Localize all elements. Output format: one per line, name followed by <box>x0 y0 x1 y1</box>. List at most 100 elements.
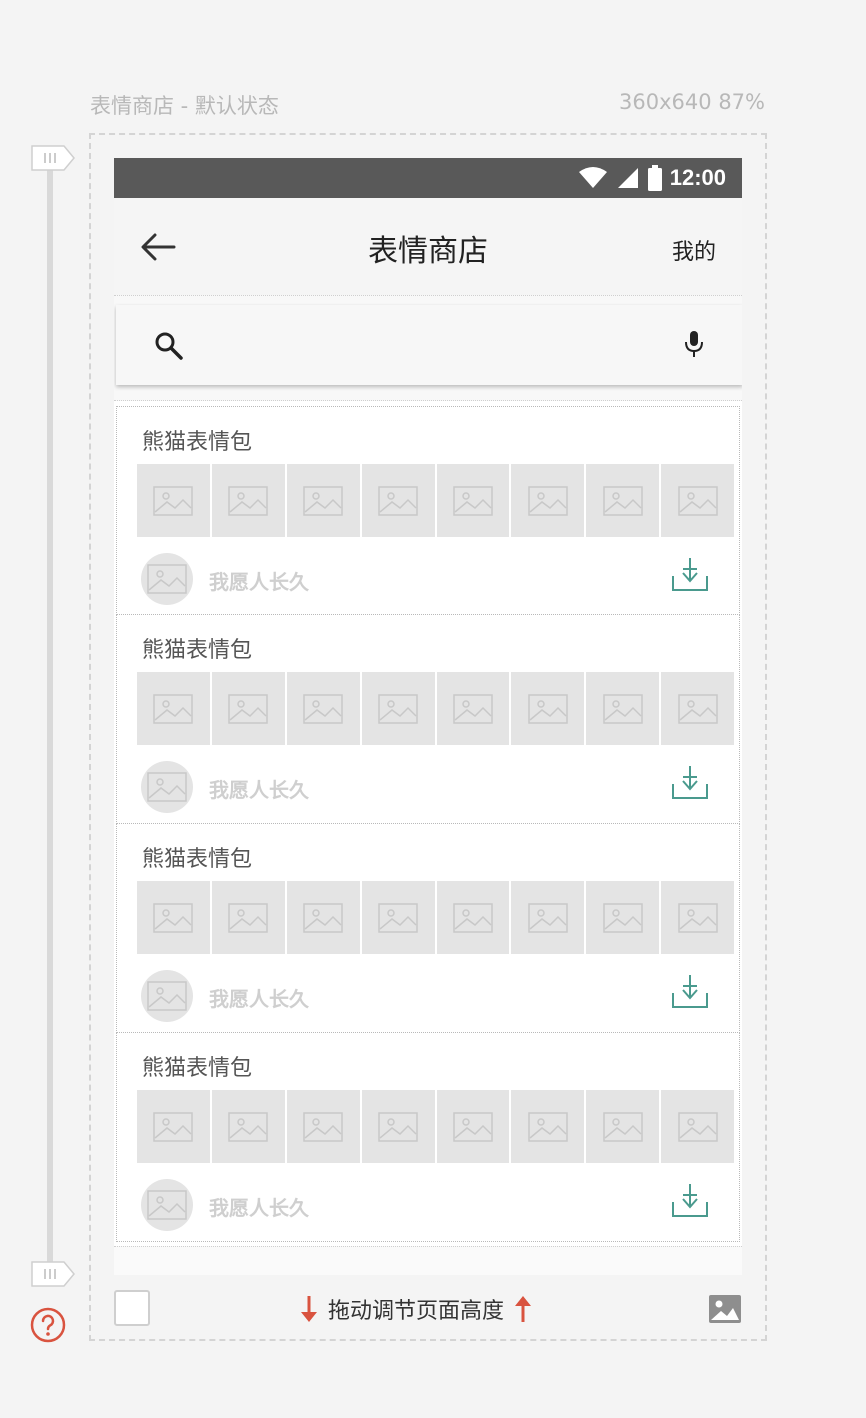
image-placeholder-icon <box>453 693 493 724</box>
image-placeholder-icon <box>378 693 418 724</box>
height-rail <box>47 160 53 1270</box>
image-placeholder-icon <box>528 902 568 933</box>
image-placeholder-icon <box>602 693 643 724</box>
image-placeholder-icon <box>602 485 643 516</box>
sticker-thumbnail[interactable] <box>361 881 435 954</box>
sticker-thumbnail[interactable] <box>511 1090 585 1163</box>
search-icon <box>155 332 183 360</box>
image-placeholder-icon <box>453 485 493 516</box>
author-avatar <box>141 553 193 605</box>
image-placeholder-icon <box>153 902 194 933</box>
arrow-up-icon <box>515 1296 532 1322</box>
sticker-thumbnail[interactable] <box>586 881 660 954</box>
image-placeholder-icon <box>453 1111 493 1142</box>
sticker-thumbnail[interactable] <box>436 1090 510 1163</box>
download-icon[interactable] <box>671 1182 709 1218</box>
sticker-thumbnail[interactable] <box>361 464 435 537</box>
wifi-icon <box>578 167 607 188</box>
sticker-thumbnail[interactable] <box>286 1090 360 1163</box>
author-name: 我愿人长久 <box>209 987 309 1011</box>
image-placeholder-icon <box>147 981 187 1011</box>
image-placeholder-icon <box>677 1111 718 1142</box>
search-input[interactable] <box>116 305 742 385</box>
image-placeholder-icon <box>528 693 568 724</box>
resize-hint[interactable]: 拖动调节页面高度 <box>300 1293 532 1325</box>
battery-icon <box>647 165 662 191</box>
sticker-thumbnail[interactable] <box>211 881 285 954</box>
image-placeholder-icon <box>228 693 269 724</box>
sticker-thumbnail[interactable] <box>137 672 210 745</box>
drag-handle-icon <box>31 145 75 171</box>
sticker-thumbnail[interactable] <box>436 881 510 954</box>
sticker-thumbnail[interactable] <box>436 672 510 745</box>
select-checkbox[interactable] <box>114 1290 150 1326</box>
sticker-pack-card[interactable]: 熊猫表情包 我愿人长久 <box>116 1033 740 1242</box>
download-icon[interactable] <box>671 556 709 592</box>
pack-thumbnails <box>137 464 734 537</box>
image-placeholder-icon <box>153 1111 194 1142</box>
image-placeholder-icon <box>147 772 187 802</box>
image-placeholder-icon <box>602 1111 643 1142</box>
author-name: 我愿人长久 <box>209 778 309 802</box>
top-drag-handle[interactable] <box>30 145 76 171</box>
mic-icon[interactable] <box>683 329 705 359</box>
author-name: 我愿人长久 <box>209 570 309 594</box>
sticker-thumbnail[interactable] <box>511 464 585 537</box>
image-placeholder-icon <box>303 693 343 724</box>
resize-hint-label: 拖动调节页面高度 <box>328 1299 505 1324</box>
sticker-pack-card[interactable]: 熊猫表情包 我愿人长久 <box>116 406 740 615</box>
image-placeholder-icon <box>378 485 418 516</box>
drag-handle-icon <box>31 1261 75 1287</box>
image-placeholder-icon <box>153 485 194 516</box>
image-placeholder-icon <box>677 693 718 724</box>
pack-title: 熊猫表情包 <box>142 847 253 872</box>
frame-title: 表情商店 - 默认状态 <box>90 94 279 118</box>
sticker-pack-card[interactable]: 熊猫表情包 我愿人长久 <box>116 824 740 1033</box>
bottom-drag-handle[interactable] <box>30 1261 76 1287</box>
sticker-thumbnail[interactable] <box>661 464 734 537</box>
sticker-thumbnail[interactable] <box>137 1090 210 1163</box>
sticker-thumbnail[interactable] <box>661 1090 734 1163</box>
sticker-thumbnail[interactable] <box>361 672 435 745</box>
image-icon[interactable] <box>708 1294 742 1324</box>
sticker-pack-list: 熊猫表情包 我愿人长久 熊猫表情包 我愿人长久 熊猫表情包 我愿人长久 熊猫表情… <box>116 406 740 1242</box>
sticker-thumbnail[interactable] <box>137 881 210 954</box>
sticker-thumbnail[interactable] <box>286 672 360 745</box>
sticker-thumbnail[interactable] <box>286 881 360 954</box>
sticker-thumbnail[interactable] <box>436 464 510 537</box>
pack-thumbnails <box>137 672 734 745</box>
sticker-thumbnail[interactable] <box>211 464 285 537</box>
image-placeholder-icon <box>147 1190 187 1220</box>
search-zone <box>114 295 742 401</box>
download-icon[interactable] <box>671 764 709 800</box>
sticker-thumbnail[interactable] <box>211 1090 285 1163</box>
sticker-thumbnail[interactable] <box>211 672 285 745</box>
image-placeholder-icon <box>677 485 718 516</box>
signal-icon <box>617 168 638 188</box>
author-avatar <box>141 761 193 813</box>
help-icon[interactable] <box>30 1307 66 1343</box>
image-placeholder-icon <box>602 902 643 933</box>
image-placeholder-icon <box>303 902 343 933</box>
sticker-thumbnail[interactable] <box>661 672 734 745</box>
sticker-thumbnail[interactable] <box>586 1090 660 1163</box>
author-name: 我愿人长久 <box>209 1196 309 1220</box>
sticker-thumbnail[interactable] <box>361 1090 435 1163</box>
sticker-thumbnail[interactable] <box>511 881 585 954</box>
pack-title: 熊猫表情包 <box>142 430 253 455</box>
sticker-thumbnail[interactable] <box>511 672 585 745</box>
author-avatar <box>141 1179 193 1231</box>
sticker-thumbnail[interactable] <box>286 464 360 537</box>
frame-toolbar: 拖动调节页面高度 <box>114 1290 742 1328</box>
sticker-thumbnail[interactable] <box>661 881 734 954</box>
pack-thumbnails <box>137 881 734 954</box>
image-placeholder-icon <box>228 902 269 933</box>
image-placeholder-icon <box>378 902 418 933</box>
mine-button[interactable]: 我的 <box>672 234 716 266</box>
sticker-thumbnail[interactable] <box>137 464 210 537</box>
sticker-thumbnail[interactable] <box>586 672 660 745</box>
sticker-thumbnail[interactable] <box>586 464 660 537</box>
arrow-down-icon <box>301 1296 317 1322</box>
download-icon[interactable] <box>671 973 709 1009</box>
sticker-pack-card[interactable]: 熊猫表情包 我愿人长久 <box>116 615 740 824</box>
